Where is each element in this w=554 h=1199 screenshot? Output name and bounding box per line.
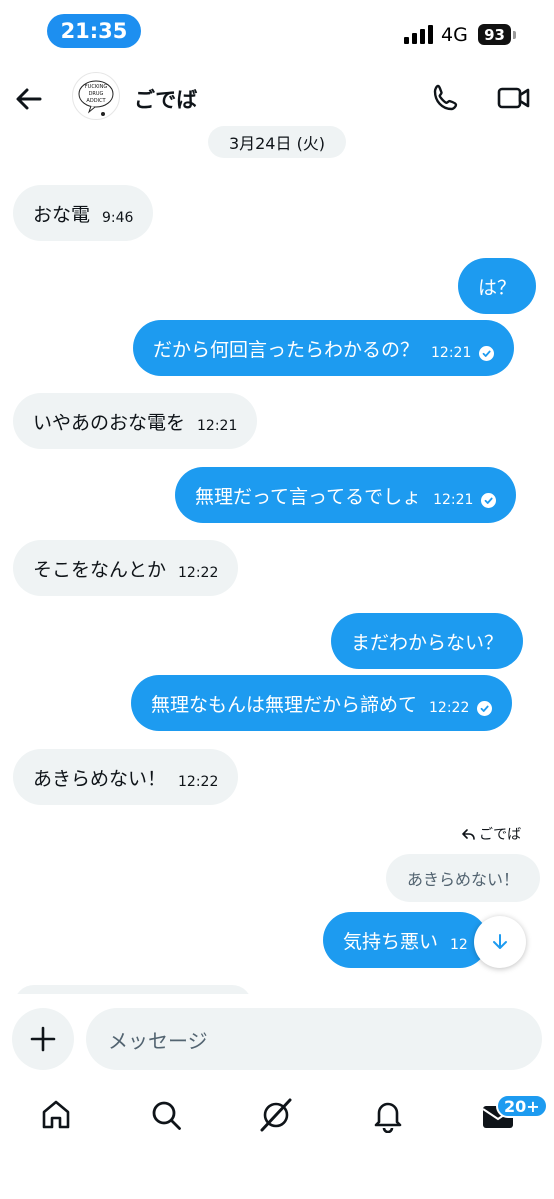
scroll-to-bottom-button[interactable] (474, 916, 526, 968)
message-time: 12:22 (178, 565, 219, 581)
message-text: まだわからない？ (351, 631, 504, 654)
message-bubble-outgoing[interactable]: 無理なもんは無理だから諦めて 12:22 (131, 675, 513, 731)
message-bubble-outgoing[interactable]: 無理だって言ってるでしょ 12:21 (175, 467, 517, 523)
home-icon[interactable] (38, 1097, 74, 1133)
reply-arrow-icon (462, 828, 475, 840)
svg-text:FUCKING: FUCKING (85, 84, 108, 90)
back-arrow-icon[interactable] (14, 84, 44, 114)
svg-text:ADDICT: ADDICT (86, 98, 106, 104)
reply-author: ごでば (479, 827, 522, 843)
message-text: そこをなんとか (33, 558, 167, 581)
battery-tip (513, 31, 516, 39)
message-text: は？ (478, 276, 517, 299)
message-bubble-outgoing[interactable]: 気持ち悪い 12 (323, 912, 488, 968)
message-text: いやあのおな電を (33, 411, 186, 434)
search-icon[interactable] (148, 1097, 184, 1133)
plus-icon (30, 1026, 56, 1052)
status-time: 21:35 (47, 14, 141, 48)
date-divider: 3月24日 (火) (208, 126, 346, 158)
message-bubble-incoming[interactable]: そこをなんとか 12:22 (13, 540, 239, 596)
video-call-icon[interactable] (496, 82, 532, 114)
message-time: 12 (450, 937, 468, 953)
read-check-icon (481, 492, 497, 508)
grok-icon[interactable] (258, 1097, 294, 1133)
quoted-message[interactable]: あきらめない！ (386, 854, 540, 902)
battery-level: 93 (478, 24, 511, 45)
message-text: だから何回言ったらわかるの？ (153, 338, 420, 361)
add-attachment-button[interactable] (12, 1008, 74, 1070)
message-input[interactable]: メッセージ (86, 1008, 542, 1070)
reply-context-label: ごでば (462, 824, 521, 844)
message-text: 無理なもんは無理だから諦めて (151, 693, 418, 716)
phone-icon[interactable] (430, 82, 462, 114)
message-bubble-outgoing[interactable]: は？ (458, 258, 537, 314)
dm-conversation-screen: 21:35 4G 93 FUCKING DRUG ADDICT ごでば 3月24… (0, 0, 554, 1199)
message-text: あきらめない！ (33, 767, 167, 790)
notifications-bell-icon[interactable] (370, 1097, 406, 1134)
message-time: 12:22 (178, 774, 219, 790)
arrow-down-icon (493, 934, 507, 949)
message-text: 無理だって言ってるでしょ (195, 485, 422, 508)
signal-icon (404, 25, 433, 44)
message-bubble-incoming[interactable]: あきらめない！ 12:22 (13, 749, 239, 805)
message-bubble-incoming[interactable]: いやあのおな電を 12:21 (13, 393, 258, 449)
message-time: 12:21 (433, 492, 474, 508)
message-text: 気持ち悪い (343, 930, 439, 953)
message-time: 9:46 (102, 210, 134, 226)
read-check-icon (477, 700, 493, 716)
message-time: 12:21 (431, 345, 472, 361)
message-bubble-outgoing[interactable]: まだわからない？ (331, 613, 524, 669)
svg-text:DRUG: DRUG (89, 91, 104, 97)
contact-name[interactable]: ごでば (134, 84, 197, 114)
message-bubble-outgoing[interactable]: だから何回言ったらわかるの？ 12:21 (133, 320, 515, 376)
read-check-icon (479, 345, 495, 361)
message-text: おな電 (33, 203, 91, 226)
message-time: 12:22 (429, 700, 470, 716)
messages-unread-badge: 20+ (496, 1094, 548, 1118)
avatar[interactable]: FUCKING DRUG ADDICT (72, 72, 120, 120)
network-type: 4G (441, 24, 468, 46)
message-bubble-incoming[interactable]: おな電 9:46 (13, 185, 154, 241)
message-time: 12:21 (197, 418, 238, 434)
